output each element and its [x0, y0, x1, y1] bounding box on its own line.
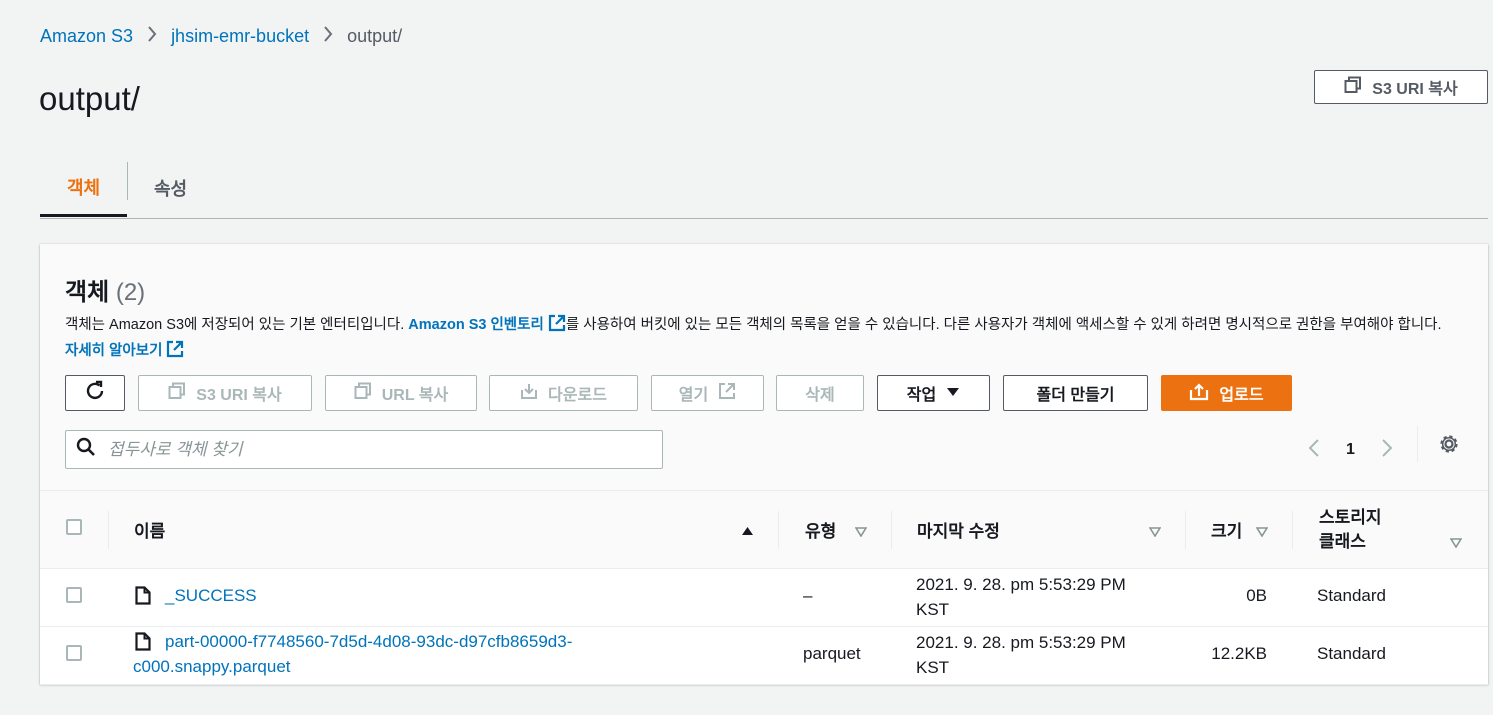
tab-objects[interactable]: 객체	[40, 160, 127, 217]
desc-text-1: 객체는 Amazon S3에 저장되어 있는 기본 엔터티입니다.	[65, 317, 409, 333]
column-divider	[778, 511, 779, 549]
object-size: 0B	[1246, 586, 1267, 605]
modified-date: 2021. 9. 28. pm 5:53:29 PM	[916, 575, 1126, 594]
copy-s3-uri-label: S3 URI 복사	[1372, 81, 1458, 98]
object-type: –	[803, 586, 813, 605]
refresh-button[interactable]	[65, 375, 125, 411]
copy-s3-uri-button[interactable]: S3 URI 복사	[1314, 70, 1488, 104]
sort-icon[interactable]	[1148, 524, 1162, 542]
objects-panel-header: 객체 (2) 객체는 Amazon S3에 저장되어 있는 기본 엔터티입니다.…	[40, 244, 1488, 491]
copy-icon	[354, 382, 372, 405]
breadcrumb-bucket[interactable]: jhsim-emr-bucket	[171, 26, 309, 47]
caret-down-icon	[946, 384, 960, 402]
open-button[interactable]: 열기	[651, 375, 764, 411]
breadcrumb-amazon-s3[interactable]: Amazon S3	[40, 26, 133, 47]
search-input[interactable]	[106, 438, 630, 461]
chevron-right-icon	[147, 26, 157, 47]
pagination: 1	[1308, 432, 1393, 468]
storage-header-line2: 클래스	[1319, 531, 1366, 551]
column-header-size[interactable]: 크기	[1211, 491, 1242, 568]
storage-header-line1: 스토리지	[1319, 507, 1382, 527]
file-icon	[135, 586, 151, 610]
copy-s3-uri-toolbar-label: S3 URI 복사	[196, 387, 282, 404]
next-page-icon[interactable]	[1381, 438, 1393, 463]
tab-properties[interactable]: 속성	[154, 160, 187, 216]
table-header: 이름 유형 마지막 수정 크기 스토리지 클래스	[40, 491, 1488, 569]
objects-count: (2)	[115, 279, 146, 306]
objects-panel-title: 객체 (2)	[65, 272, 145, 307]
previous-page-icon[interactable]	[1308, 438, 1320, 463]
learn-more-link[interactable]: 자세히 알아보기	[65, 343, 162, 359]
refresh-icon	[84, 380, 106, 407]
object-name-line1[interactable]: part-00000-f7748560-7d5d-4d08-93dc-d97cf…	[133, 629, 572, 654]
external-link-icon[interactable]	[548, 314, 566, 340]
actions-label: 작업	[906, 387, 937, 404]
tab-divider	[127, 162, 128, 200]
column-header-type[interactable]: 유형	[805, 491, 836, 568]
upload-button[interactable]: 업로드	[1161, 375, 1292, 411]
column-header-modified[interactable]: 마지막 수정	[917, 491, 1000, 568]
chevron-right-icon	[323, 26, 333, 47]
object-name-line2[interactable]: c000.snappy.parquet	[133, 654, 572, 679]
create-folder-label: 폴더 만들기	[1036, 387, 1115, 404]
object-modified: 2021. 9. 28. pm 5:53:29 PM KST	[916, 630, 1126, 680]
copy-url-button[interactable]: URL 복사	[325, 375, 477, 411]
object-name-link[interactable]: part-00000-f7748560-7d5d-4d08-93dc-d97cf…	[133, 629, 572, 679]
download-icon	[520, 382, 538, 405]
actions-dropdown[interactable]: 작업	[877, 375, 990, 411]
external-link-icon[interactable]	[166, 340, 184, 366]
download-label: 다운로드	[548, 387, 607, 404]
row-checkbox[interactable]	[66, 645, 82, 661]
delete-button[interactable]: 삭제	[776, 375, 864, 411]
sort-icon[interactable]	[1449, 535, 1463, 553]
copy-icon	[1344, 76, 1362, 99]
object-storage-class: Standard	[1317, 586, 1386, 605]
object-type: parquet	[803, 644, 861, 663]
objects-title-text: 객체	[65, 279, 110, 306]
column-divider	[1292, 511, 1293, 549]
search-icon	[76, 437, 96, 462]
sort-icon[interactable]	[854, 524, 868, 542]
sort-ascending-icon[interactable]	[741, 523, 754, 541]
modified-date: 2021. 9. 28. pm 5:53:29 PM	[916, 633, 1126, 652]
tab-bar: 객체 속성	[40, 160, 1488, 219]
select-all-checkbox[interactable]	[66, 519, 82, 535]
sort-icon[interactable]	[1255, 524, 1269, 542]
object-size: 12.2KB	[1211, 644, 1267, 663]
copy-url-label: URL 복사	[381, 387, 449, 404]
table-row[interactable]: _SUCCESS – 2021. 9. 28. pm 5:53:29 PM KS…	[40, 569, 1488, 627]
page-number[interactable]: 1	[1346, 441, 1355, 459]
object-storage-class: Standard	[1317, 644, 1386, 663]
search-box[interactable]	[65, 430, 663, 469]
modified-timezone: KST	[916, 658, 950, 677]
column-divider	[108, 511, 109, 549]
open-label: 열기	[678, 387, 709, 404]
inventory-link[interactable]: Amazon S3 인벤토리	[408, 317, 544, 333]
row-checkbox[interactable]	[66, 587, 82, 603]
create-folder-button[interactable]: 폴더 만들기	[1003, 375, 1148, 411]
desc-text-2: 를 사용하여 버킷에 있는 모든 객체의 목록을 얻을 수 있습니다. 다른 사…	[565, 317, 1442, 333]
object-name-link[interactable]: _SUCCESS	[165, 586, 257, 606]
column-divider	[1185, 511, 1186, 549]
upload-icon	[1189, 381, 1209, 406]
object-modified: 2021. 9. 28. pm 5:53:29 PM KST	[916, 572, 1126, 622]
gear-icon[interactable]	[1438, 433, 1460, 460]
copy-icon	[168, 382, 186, 405]
pager-divider	[1417, 426, 1418, 462]
column-header-name[interactable]: 이름	[134, 491, 165, 568]
copy-s3-uri-toolbar-button[interactable]: S3 URI 복사	[138, 375, 312, 411]
table-row[interactable]: part-00000-f7748560-7d5d-4d08-93dc-d97cf…	[40, 627, 1488, 685]
external-link-icon	[718, 382, 736, 405]
column-divider	[891, 511, 892, 549]
breadcrumb: Amazon S3 jhsim-emr-bucket output/	[40, 26, 402, 47]
objects-description: 객체는 Amazon S3에 저장되어 있는 기본 엔터티입니다. Amazon…	[65, 314, 1450, 366]
objects-panel: 객체 (2) 객체는 Amazon S3에 저장되어 있는 기본 엔터티입니다.…	[40, 244, 1488, 685]
delete-label: 삭제	[805, 387, 835, 404]
page-title: output/	[39, 80, 140, 117]
download-button[interactable]: 다운로드	[489, 375, 638, 411]
column-header-storage-class[interactable]: 스토리지 클래스	[1319, 491, 1382, 568]
upload-label: 업로드	[1219, 387, 1264, 404]
modified-timezone: KST	[916, 600, 950, 619]
breadcrumb-current: output/	[347, 26, 403, 46]
